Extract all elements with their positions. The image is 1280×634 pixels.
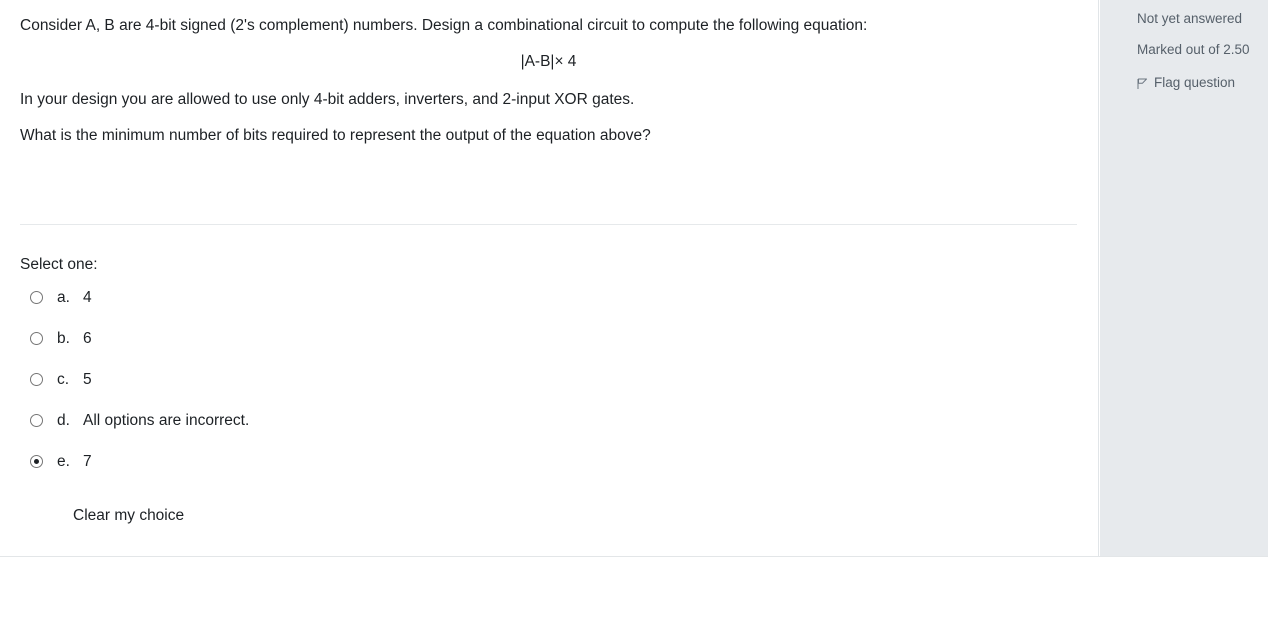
question-equation: |A-B|× 4 [520, 53, 577, 71]
option-letter-d: d. [57, 411, 70, 429]
option-row-d[interactable]: d. All options are incorrect. [20, 407, 1060, 435]
flag-icon [1137, 78, 1148, 90]
option-letter-e: e. [57, 452, 70, 470]
quiz-page: Consider A, B are 4-bit signed (2's comp… [0, 0, 1280, 634]
radio-option-c[interactable] [30, 373, 43, 387]
option-text-b: 6 [83, 329, 92, 347]
question-grade: Marked out of 2.50 [1137, 42, 1250, 57]
option-row-c[interactable]: c. 5 [20, 366, 1060, 394]
question-text: Consider A, B are 4-bit signed (2's comp… [20, 14, 1077, 160]
option-row-b[interactable]: b. 6 [20, 325, 1060, 353]
question-info-panel: Not yet answered Marked out of 2.50 Flag… [1100, 0, 1268, 556]
select-one-label: Select one: [20, 256, 98, 273]
option-letter-a: a. [57, 288, 70, 306]
question-divider [20, 224, 1077, 225]
question-line-3: What is the minimum number of bits requi… [20, 127, 651, 145]
option-letter-b: b. [57, 329, 70, 347]
question-block: Consider A, B are 4-bit signed (2's comp… [0, 0, 1268, 557]
question-state: Not yet answered [1137, 11, 1243, 26]
option-letter-c: c. [57, 370, 70, 388]
option-row-a[interactable]: a. 4 [20, 284, 1060, 312]
flag-question-label: Flag question [1154, 75, 1236, 90]
radio-option-b[interactable] [30, 332, 43, 346]
clear-my-choice-button[interactable]: Clear my choice [73, 507, 184, 525]
option-text-d: All options are incorrect. [83, 411, 250, 429]
radio-option-a[interactable] [30, 291, 43, 305]
question-line-1: Consider A, B are 4-bit signed (2's comp… [20, 17, 868, 34]
option-row-e[interactable]: e. 7 [20, 448, 1060, 476]
flag-question-button[interactable]: Flag question [1137, 75, 1235, 90]
question-content-column: Consider A, B are 4-bit signed (2's comp… [0, 0, 1099, 556]
option-text-a: 4 [83, 288, 92, 306]
question-line-2: In your design you are allowed to use on… [20, 91, 635, 109]
radio-option-d[interactable] [30, 414, 43, 428]
answer-area: Select one: a. 4 b. 6 c. 5 d. All option… [20, 254, 1060, 525]
option-text-e: 7 [83, 452, 92, 470]
option-text-c: 5 [83, 370, 92, 388]
radio-option-e[interactable] [30, 455, 43, 469]
